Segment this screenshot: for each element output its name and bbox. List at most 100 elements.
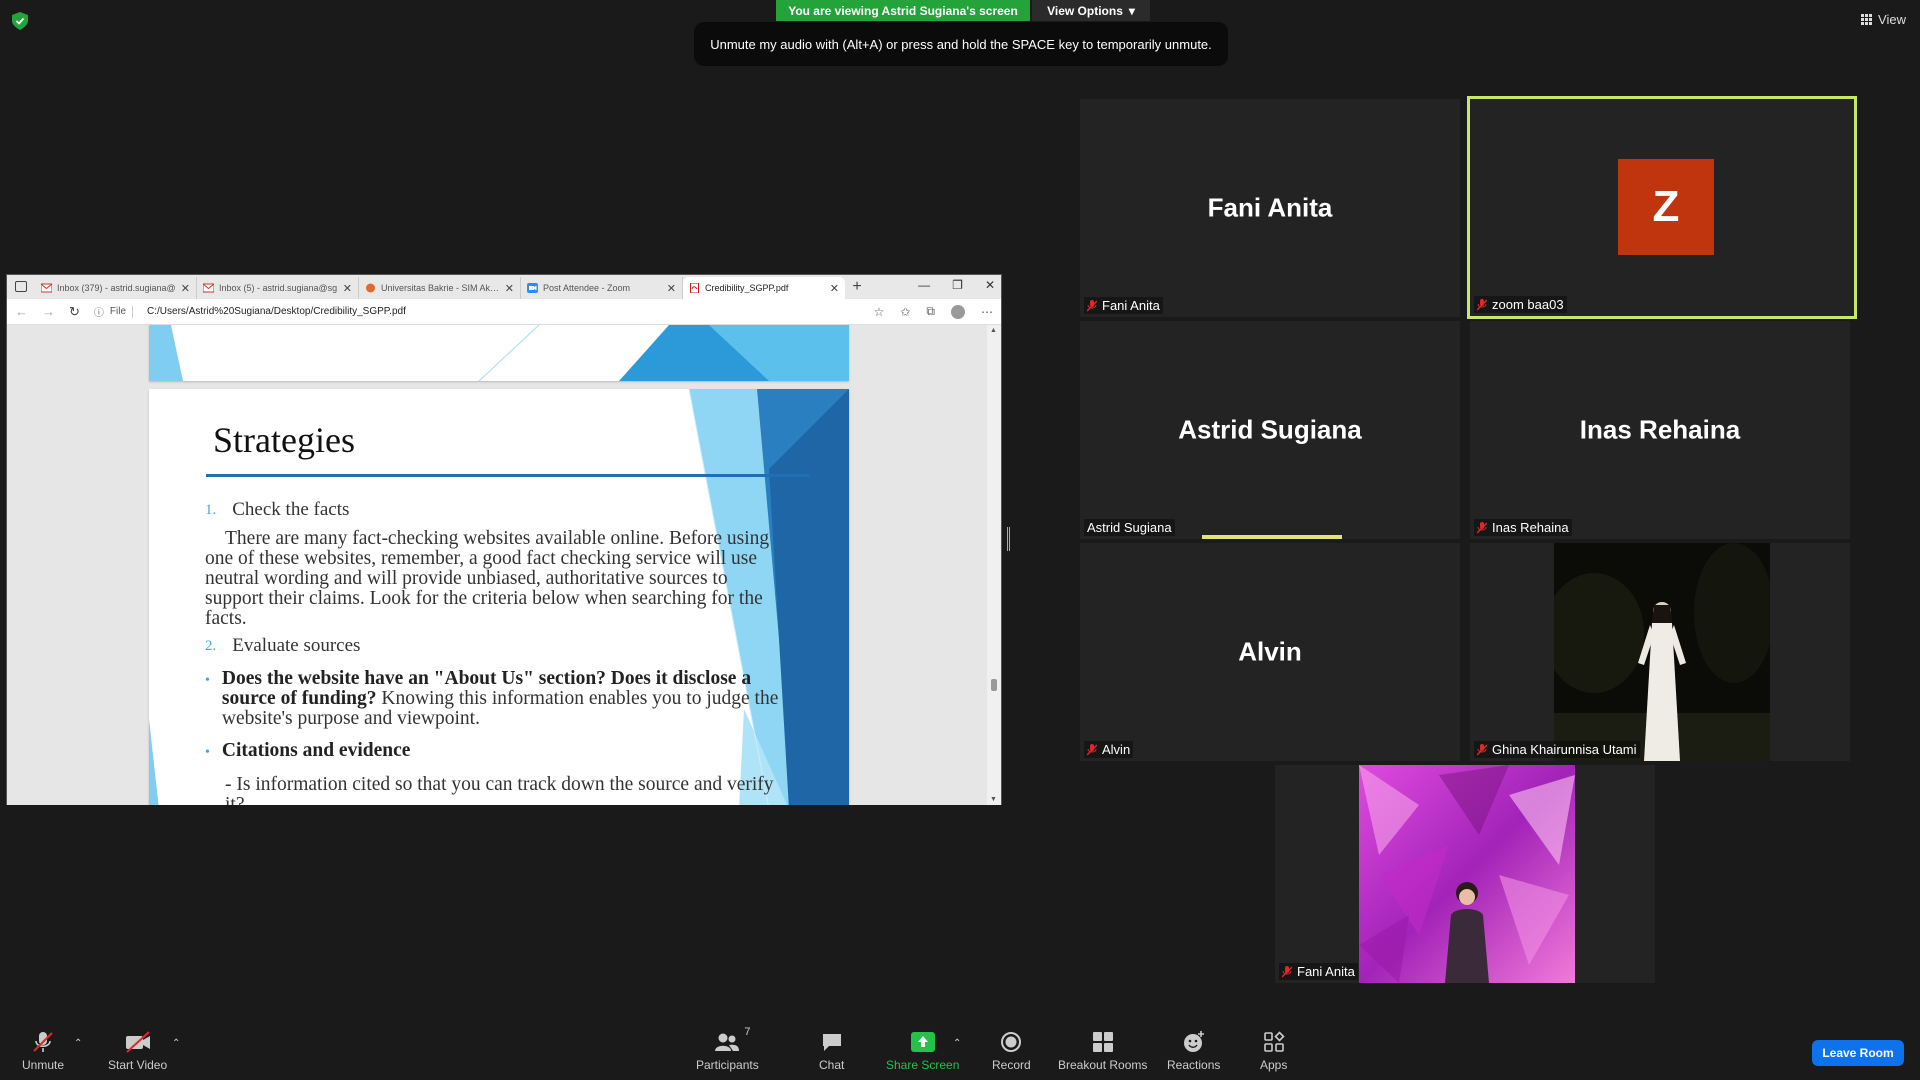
collections-icon[interactable]: ⧉ [926, 304, 935, 319]
list-item-evaluate-sources: 2. Evaluate sources [205, 635, 785, 657]
gmail-icon [203, 283, 214, 293]
participant-label: Alvin [1084, 741, 1134, 758]
participant-tile-fani-anita-video[interactable]: Fani Anita [1275, 765, 1655, 983]
tab-label: Credibility_SGPP.pdf [705, 283, 789, 293]
restore-icon[interactable]: ❐ [952, 278, 963, 292]
participant-label-text: zoom baa03 [1492, 297, 1564, 312]
close-tab-icon[interactable]: ✕ [667, 282, 676, 295]
close-tab-icon[interactable]: ✕ [830, 282, 839, 295]
security-shield-icon[interactable] [12, 12, 28, 30]
apps-label: Apps [1260, 1058, 1288, 1072]
scroll-down-icon[interactable]: ▼ [990, 796, 997, 803]
view-options-button[interactable]: View Options ▾ [1032, 0, 1150, 21]
video-options-caret-icon[interactable]: ⌃ [172, 1038, 180, 1049]
reactions-icon [1182, 1030, 1206, 1054]
participants-icon: 7 [714, 1026, 750, 1054]
list-number: 1. [205, 502, 217, 518]
bullet-dot: • [205, 673, 210, 688]
breakout-rooms-icon [1092, 1030, 1114, 1054]
participant-tile-zoom-baa03[interactable]: Z zoom baa03 [1467, 96, 1857, 319]
browser-tab-zoom[interactable]: Post Attendee - Zoom ✕ [521, 277, 683, 299]
participant-tile-astrid-sugiana[interactable]: Astrid Sugiana Astrid Sugiana [1080, 321, 1460, 539]
close-tab-icon[interactable]: ✕ [343, 282, 352, 295]
slide-decoration [149, 325, 849, 381]
meeting-toolbar: Unmute ⌃ Start Video ⌃ 7 Participants Ch… [0, 1020, 1920, 1080]
bakrie-icon [366, 283, 375, 293]
participant-tile-alvin[interactable]: Alvin Alvin [1080, 543, 1460, 761]
chat-button[interactable]: Chat [819, 1030, 844, 1072]
breakout-rooms-button[interactable]: Breakout Rooms [1058, 1030, 1147, 1072]
start-video-button[interactable]: Start Video [108, 1030, 167, 1072]
record-label: Record [992, 1058, 1031, 1072]
more-menu-icon[interactable]: ⋯ [981, 305, 993, 319]
close-tab-icon[interactable]: ✕ [505, 282, 514, 295]
close-window-icon[interactable]: ✕ [985, 278, 995, 292]
zoom-meeting-window: You are viewing Astrid Sugiana's screen … [0, 0, 1920, 1080]
participant-label-text: Fani Anita [1297, 964, 1355, 979]
participant-label: Astrid Sugiana [1084, 519, 1175, 536]
browser-tab-inbox-5[interactable]: Inbox (5) - astrid.sugiana@sg ✕ [197, 277, 359, 299]
close-tab-icon[interactable]: ✕ [181, 282, 190, 295]
bullet-dot: • [205, 745, 210, 760]
split-view-handle[interactable] [1007, 527, 1010, 551]
url-field[interactable]: C:/Users/Astrid%20Sugiana/Desktop/Credib… [147, 306, 860, 317]
speaking-indicator [1202, 535, 1342, 539]
bullet-bold: Citations and evidence [221, 740, 411, 761]
forward-arrow-icon[interactable]: → [42, 304, 55, 319]
view-label: View [1878, 12, 1906, 27]
participant-label: Fani Anita [1084, 297, 1163, 314]
site-info[interactable]: ⓘ File [93, 304, 134, 319]
record-button[interactable]: Record [992, 1030, 1031, 1072]
apps-button[interactable]: Apps [1260, 1030, 1287, 1072]
back-arrow-icon[interactable]: ← [15, 304, 28, 319]
window-controls: — ❐ ✕ [918, 278, 995, 292]
scroll-thumb[interactable] [991, 679, 997, 691]
slide-title: Strategies [213, 420, 355, 460]
minimize-icon[interactable]: — [918, 278, 930, 292]
participant-tile-fani-anita[interactable]: Fani Anita Fani Anita [1080, 99, 1460, 317]
browser-tab-bar: Inbox (379) - astrid.sugiana@ ✕ Inbox (5… [7, 275, 1001, 299]
browser-tab-credibility-pdf[interactable]: Credibility_SGPP.pdf ✕ [683, 277, 845, 299]
new-tab-icon[interactable]: + [845, 277, 869, 299]
participants-button[interactable]: 7 Participants [696, 1026, 759, 1072]
scroll-up-icon[interactable]: ▲ [990, 327, 997, 334]
apps-icon [1263, 1030, 1285, 1054]
browser-tab-inbox-379[interactable]: Inbox (379) - astrid.sugiana@ ✕ [35, 277, 197, 299]
mic-muted-icon [1477, 521, 1487, 533]
leave-room-button[interactable]: Leave Room [1812, 1040, 1904, 1066]
participant-tile-inas-rehaina[interactable]: Inas Rehaina Inas Rehaina [1470, 321, 1850, 539]
pdf-viewer[interactable]: Strategies 1. Check the facts There are … [7, 325, 1001, 805]
add-favorite-icon[interactable]: ☆ [874, 305, 885, 319]
pdf-page-previous [149, 325, 849, 381]
view-layout-button[interactable]: View [1861, 12, 1906, 27]
viewing-screen-banner: You are viewing Astrid Sugiana's screen [776, 0, 1030, 21]
share-options-caret-icon[interactable]: ⌃ [953, 1038, 961, 1049]
share-screen-label: Share Screen [886, 1058, 960, 1072]
favorites-icon[interactable]: ✩ [900, 305, 910, 319]
pdf-icon [690, 283, 699, 293]
participant-name: Fani Anita [1207, 192, 1333, 223]
reactions-label: Reactions [1167, 1058, 1221, 1072]
info-icon: ⓘ [93, 308, 104, 319]
unmute-button[interactable]: Unmute [22, 1030, 64, 1072]
profile-avatar-icon[interactable] [951, 304, 965, 319]
tab-label: Post Attendee - Zoom [543, 283, 631, 293]
title-underline [206, 474, 810, 477]
share-screen-button[interactable]: Share Screen [886, 1030, 959, 1072]
chat-label: Chat [819, 1058, 845, 1072]
participant-label-text: Alvin [1102, 742, 1131, 757]
participant-name: Alvin [1238, 636, 1302, 667]
url-separator [132, 305, 134, 318]
tab-label: Inbox (5) - astrid.sugiana@sg [219, 283, 338, 293]
reactions-button[interactable]: Reactions [1167, 1030, 1220, 1072]
tab-actions-icon[interactable] [15, 281, 27, 292]
view-options-label: View Options [1047, 3, 1123, 18]
unmute-tooltip: Unmute my audio with (Alt+A) or press an… [694, 22, 1228, 66]
participant-label-text: Astrid Sugiana [1087, 520, 1172, 535]
audio-options-caret-icon[interactable]: ⌃ [74, 1038, 82, 1049]
mic-muted-icon [1477, 298, 1487, 310]
participant-tile-ghina[interactable]: Ghina Khairunnisa Utami [1470, 543, 1850, 761]
refresh-icon[interactable]: ↻ [69, 304, 80, 320]
browser-tab-bakrie[interactable]: Universitas Bakrie - SIM Akad ✕ [359, 277, 521, 299]
pdf-scrollbar[interactable]: ▲ ▼ [987, 325, 1001, 805]
